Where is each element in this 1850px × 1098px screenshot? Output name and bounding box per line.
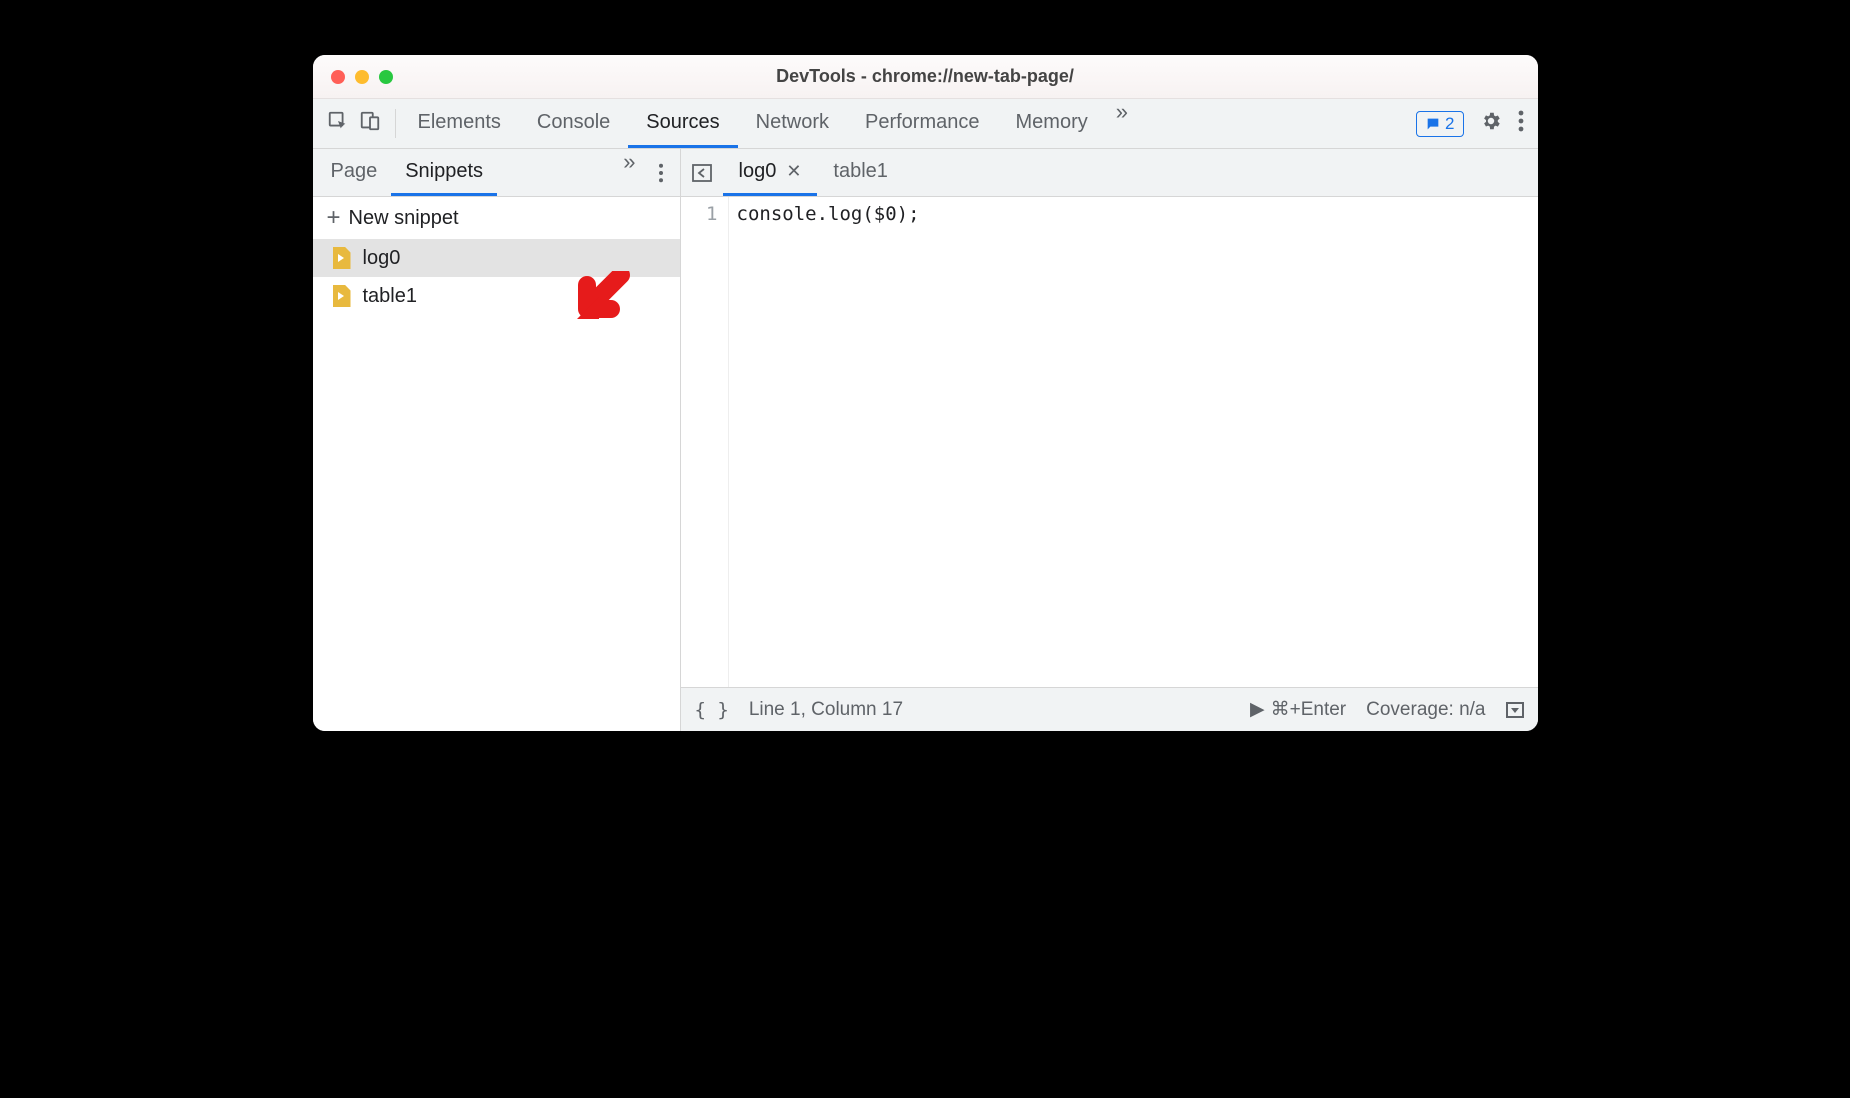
editor-panel: log0 ✕ table1 1 console.log($0); { } Line … bbox=[681, 149, 1538, 731]
toolbar-divider bbox=[395, 109, 396, 138]
code-content[interactable]: console.log($0); bbox=[729, 197, 1538, 687]
panel-tab-network[interactable]: Network bbox=[738, 99, 847, 148]
snippet-file-icon bbox=[333, 247, 351, 269]
play-icon: ▶ bbox=[1250, 698, 1265, 721]
panel-tab-memory[interactable]: Memory bbox=[998, 99, 1106, 148]
show-drawer-icon[interactable] bbox=[1506, 702, 1524, 718]
device-toolbar-icon[interactable] bbox=[359, 110, 381, 137]
snippet-item[interactable]: table1 bbox=[313, 277, 680, 315]
editor-tab-name: table1 bbox=[833, 160, 888, 183]
settings-icon[interactable] bbox=[1480, 110, 1502, 137]
snippet-list: log0 table1 bbox=[313, 239, 680, 731]
more-options-icon[interactable] bbox=[1518, 110, 1524, 137]
titlebar: DevTools - chrome://new-tab-page/ bbox=[313, 55, 1538, 99]
line-gutter: 1 bbox=[681, 197, 729, 687]
new-snippet-label: New snippet bbox=[349, 207, 459, 230]
editor-statusbar: { } Line 1, Column 17 ▶ ⌘+Enter Coverage… bbox=[681, 687, 1538, 731]
run-shortcut: ⌘+Enter bbox=[1271, 698, 1347, 721]
navigator-tab-page[interactable]: Page bbox=[317, 149, 392, 196]
cursor-position: Line 1, Column 17 bbox=[749, 699, 903, 721]
panel-tab-elements[interactable]: Elements bbox=[400, 99, 519, 148]
run-snippet-button[interactable]: ▶ ⌘+Enter bbox=[1250, 698, 1346, 721]
window-title: DevTools - chrome://new-tab-page/ bbox=[313, 66, 1538, 87]
more-panels-icon[interactable]: » bbox=[1106, 99, 1138, 148]
snippet-file-icon bbox=[333, 285, 351, 307]
window-controls bbox=[313, 70, 393, 84]
panel-tab-sources[interactable]: Sources bbox=[628, 99, 737, 148]
show-navigator-icon[interactable] bbox=[681, 149, 723, 196]
line-number: 1 bbox=[681, 203, 718, 225]
navigator-panel: PageSnippets » + New snippet log0 table1 bbox=[313, 149, 681, 731]
issues-badge[interactable]: 2 bbox=[1416, 111, 1463, 137]
navigator-options-icon[interactable] bbox=[646, 149, 676, 196]
new-snippet-button[interactable]: + New snippet bbox=[313, 197, 680, 239]
snippet-name: table1 bbox=[363, 285, 418, 308]
panel-tab-performance[interactable]: Performance bbox=[847, 99, 998, 148]
issues-count: 2 bbox=[1445, 114, 1454, 134]
editor-tab[interactable]: log0 ✕ bbox=[723, 149, 818, 196]
panel-tab-console[interactable]: Console bbox=[519, 99, 628, 148]
code-editor[interactable]: 1 console.log($0); bbox=[681, 197, 1538, 687]
editor-tab-name: log0 bbox=[739, 160, 777, 183]
navigator-tab-snippets[interactable]: Snippets bbox=[391, 149, 497, 196]
main-toolbar: ElementsConsoleSourcesNetworkPerformance… bbox=[313, 99, 1538, 149]
navigator-more-tabs-icon[interactable]: » bbox=[613, 149, 645, 196]
pretty-print-button[interactable]: { } bbox=[695, 699, 729, 721]
plus-icon: + bbox=[327, 204, 341, 232]
close-window-button[interactable] bbox=[331, 70, 345, 84]
devtools-window: DevTools - chrome://new-tab-page/ Elemen… bbox=[313, 55, 1538, 731]
snippet-item[interactable]: log0 bbox=[313, 239, 680, 277]
coverage-status: Coverage: n/a bbox=[1366, 699, 1485, 721]
close-tab-icon[interactable]: ✕ bbox=[786, 161, 801, 182]
editor-tab[interactable]: table1 bbox=[817, 149, 904, 196]
inspect-element-icon[interactable] bbox=[327, 110, 349, 137]
snippet-name: log0 bbox=[363, 247, 401, 270]
minimize-window-button[interactable] bbox=[355, 70, 369, 84]
zoom-window-button[interactable] bbox=[379, 70, 393, 84]
code-line[interactable]: console.log($0); bbox=[737, 203, 1538, 225]
